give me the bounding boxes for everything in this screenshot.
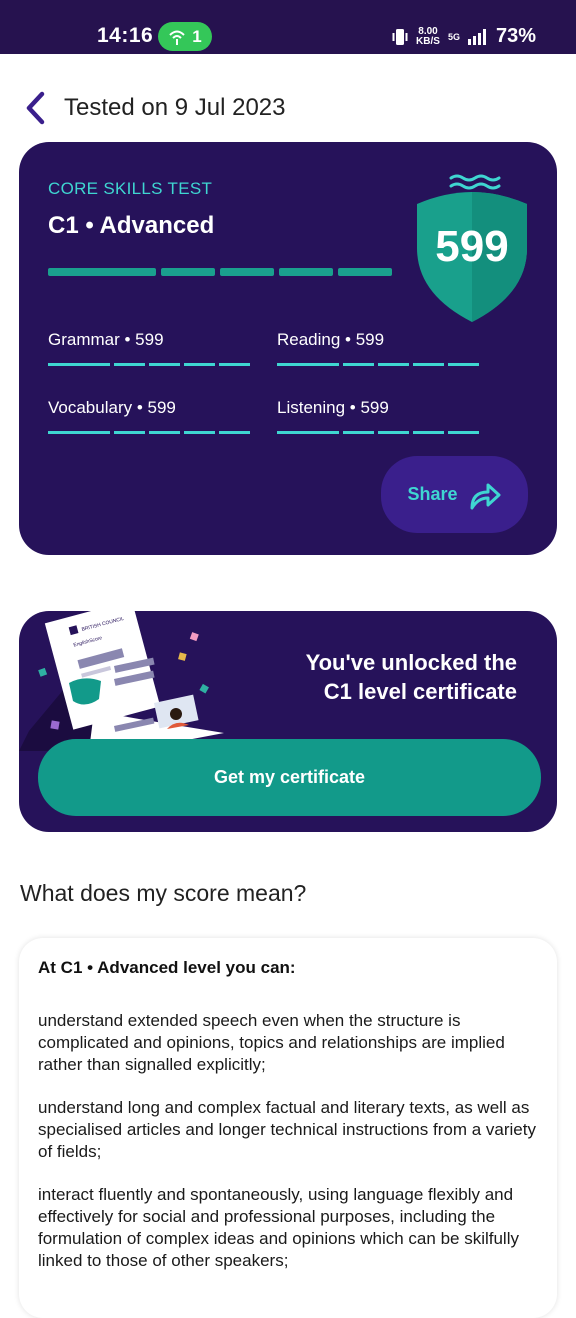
skill-vocabulary: Vocabulary • 599 [48,398,176,417]
page-title: Tested on 9 Jul 2023 [64,94,286,121]
status-right: 8.00 KB/S 5G 73% [392,25,536,48]
level-bar-segment [220,268,274,276]
meaning-item: understand extended speech even when the… [38,1011,505,1074]
skill-listening-bar [277,431,479,434]
certificate-message: You've unlocked the C1 level certificate [237,648,517,706]
get-certificate-button[interactable]: Get my certificate [38,739,541,816]
share-button[interactable]: Share [381,456,528,533]
level-progress-bar [48,268,392,276]
skill-grammar: Grammar • 599 [48,330,164,349]
hotspot-indicator[interactable]: 1 [158,22,212,51]
certificate-illustration: BRITISH COUNCIL EnglishScore [19,611,224,751]
chevron-left-icon [26,91,45,125]
certificate-card: BRITISH COUNCIL EnglishScore You've unlo… [19,611,557,832]
meaning-heading: At C1 • Advanced level you can: [38,958,296,977]
certificate-line-1: You've unlocked the [305,650,517,675]
skill-grammar-bar [48,363,250,366]
skill-reading-bar [277,363,479,366]
level-bar-segment [279,268,333,276]
certificate-line-2: C1 level certificate [323,679,517,704]
share-label: Share [407,484,458,504]
level-bar-segment [161,268,215,276]
speed-value: 8.00 [418,25,438,37]
test-label: CORE SKILLS TEST [48,179,213,198]
vibrate-icon [392,28,408,45]
hotspot-count: 1 [192,26,202,46]
share-arrow-icon [470,483,501,509]
level-title: C1 • Advanced [48,212,215,239]
level-bar-segment [48,268,156,276]
signal-icon [467,28,486,45]
speed-unit: KB/S [416,35,440,47]
battery-level: 73% [495,25,536,47]
network-speed: 8.00 KB/S [416,25,440,47]
skill-vocabulary-bar [48,431,250,434]
level-bar-segment [338,268,392,276]
meaning-item: interact fluently and spontaneously, usi… [38,1185,519,1270]
skill-listening: Listening • 599 [277,398,389,417]
back-button[interactable] [24,88,54,128]
section-title: What does my score mean? [20,880,307,906]
meaning-card: At C1 • Advanced level you can: understa… [19,938,557,1318]
page-header: Tested on 9 Jul 2023 [24,88,286,128]
overall-score: 599 [435,222,509,271]
status-time: 14:16 [97,24,154,47]
score-card: CORE SKILLS TEST C1 • Advanced 599 Gramm… [19,142,557,555]
status-bar: 14:16 1 8.00 KB/S 5G 73% [0,0,576,54]
hotspot-icon [169,30,185,45]
meaning-item: understand long and complex factual and … [38,1098,536,1161]
skill-reading: Reading • 599 [277,330,385,349]
network-type: 5G [447,31,460,42]
